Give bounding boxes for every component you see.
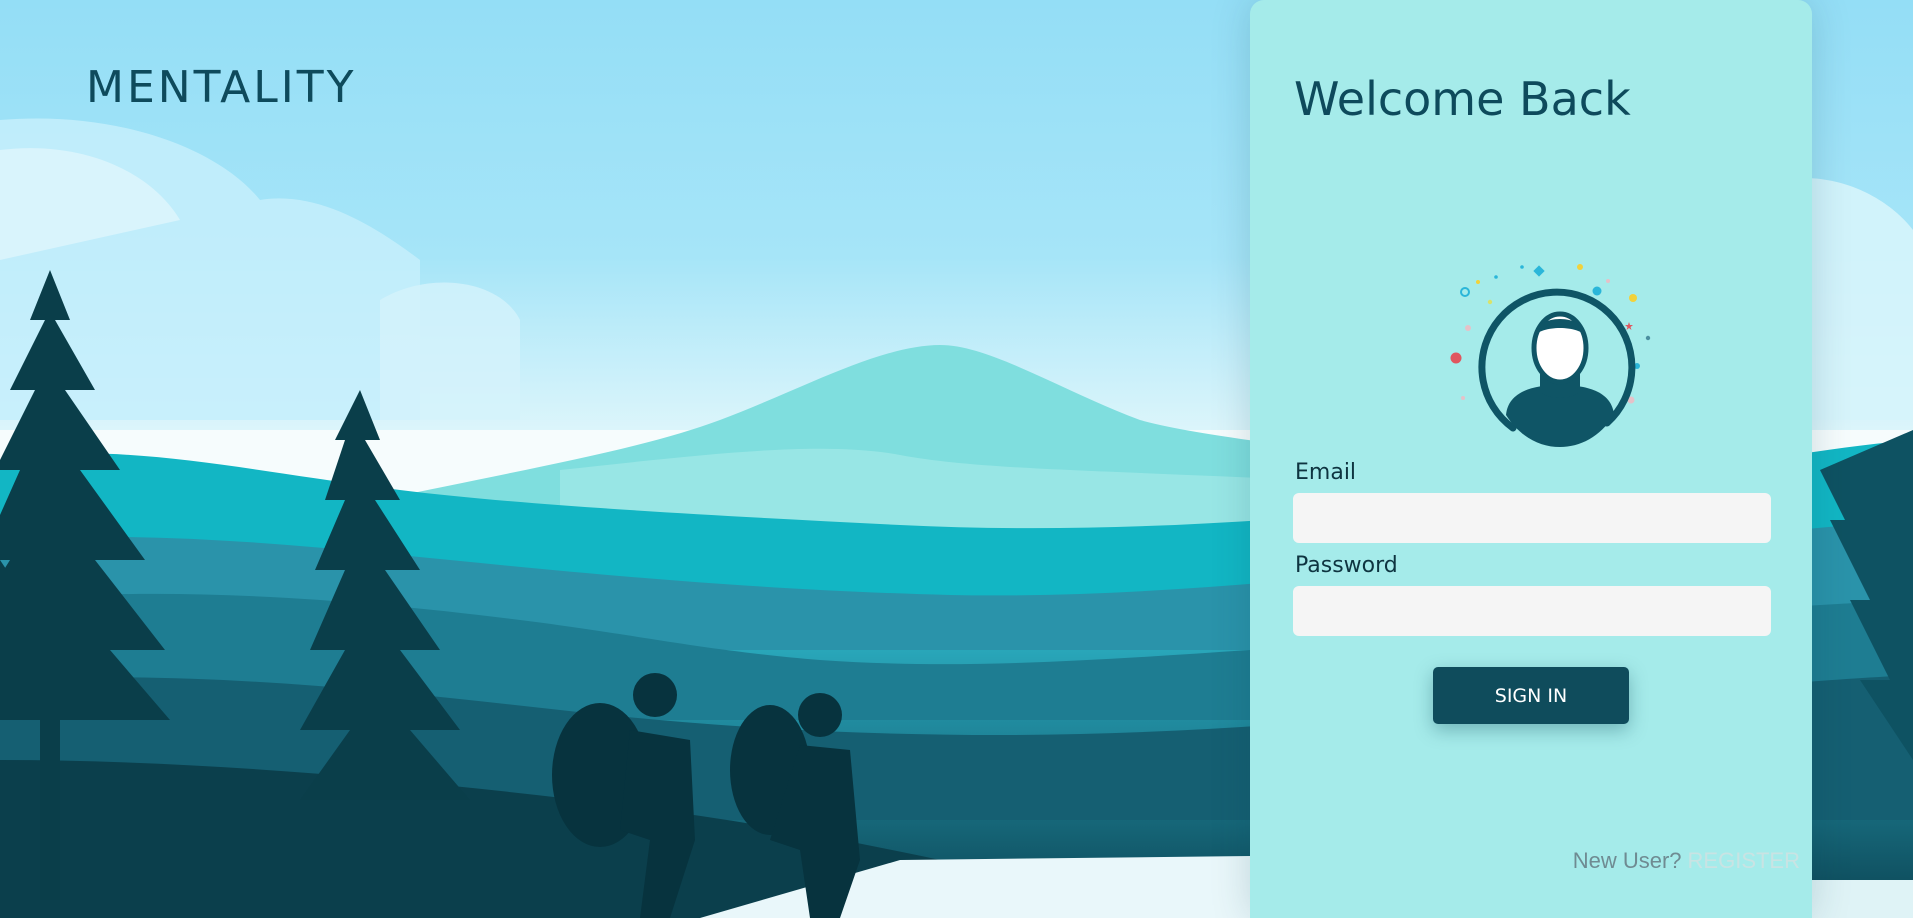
email-field[interactable]: [1293, 493, 1771, 543]
register-prompt: New User? REGISTER: [1573, 848, 1800, 874]
user-avatar-icon: [1450, 264, 1651, 447]
new-user-text: New User?: [1572, 848, 1682, 873]
page-title: Welcome Back: [1294, 72, 1631, 126]
email-label: Email: [1295, 460, 1357, 485]
brand-logo-text: MENTALITY: [86, 62, 357, 113]
password-label: Password: [1295, 553, 1398, 578]
password-field[interactable]: [1293, 586, 1771, 636]
register-link[interactable]: REGISTER: [1688, 848, 1800, 873]
sign-in-button[interactable]: SIGN IN: [1433, 667, 1629, 724]
login-card: Welcome Back Email Password SIGN IN New …: [1250, 0, 1812, 918]
